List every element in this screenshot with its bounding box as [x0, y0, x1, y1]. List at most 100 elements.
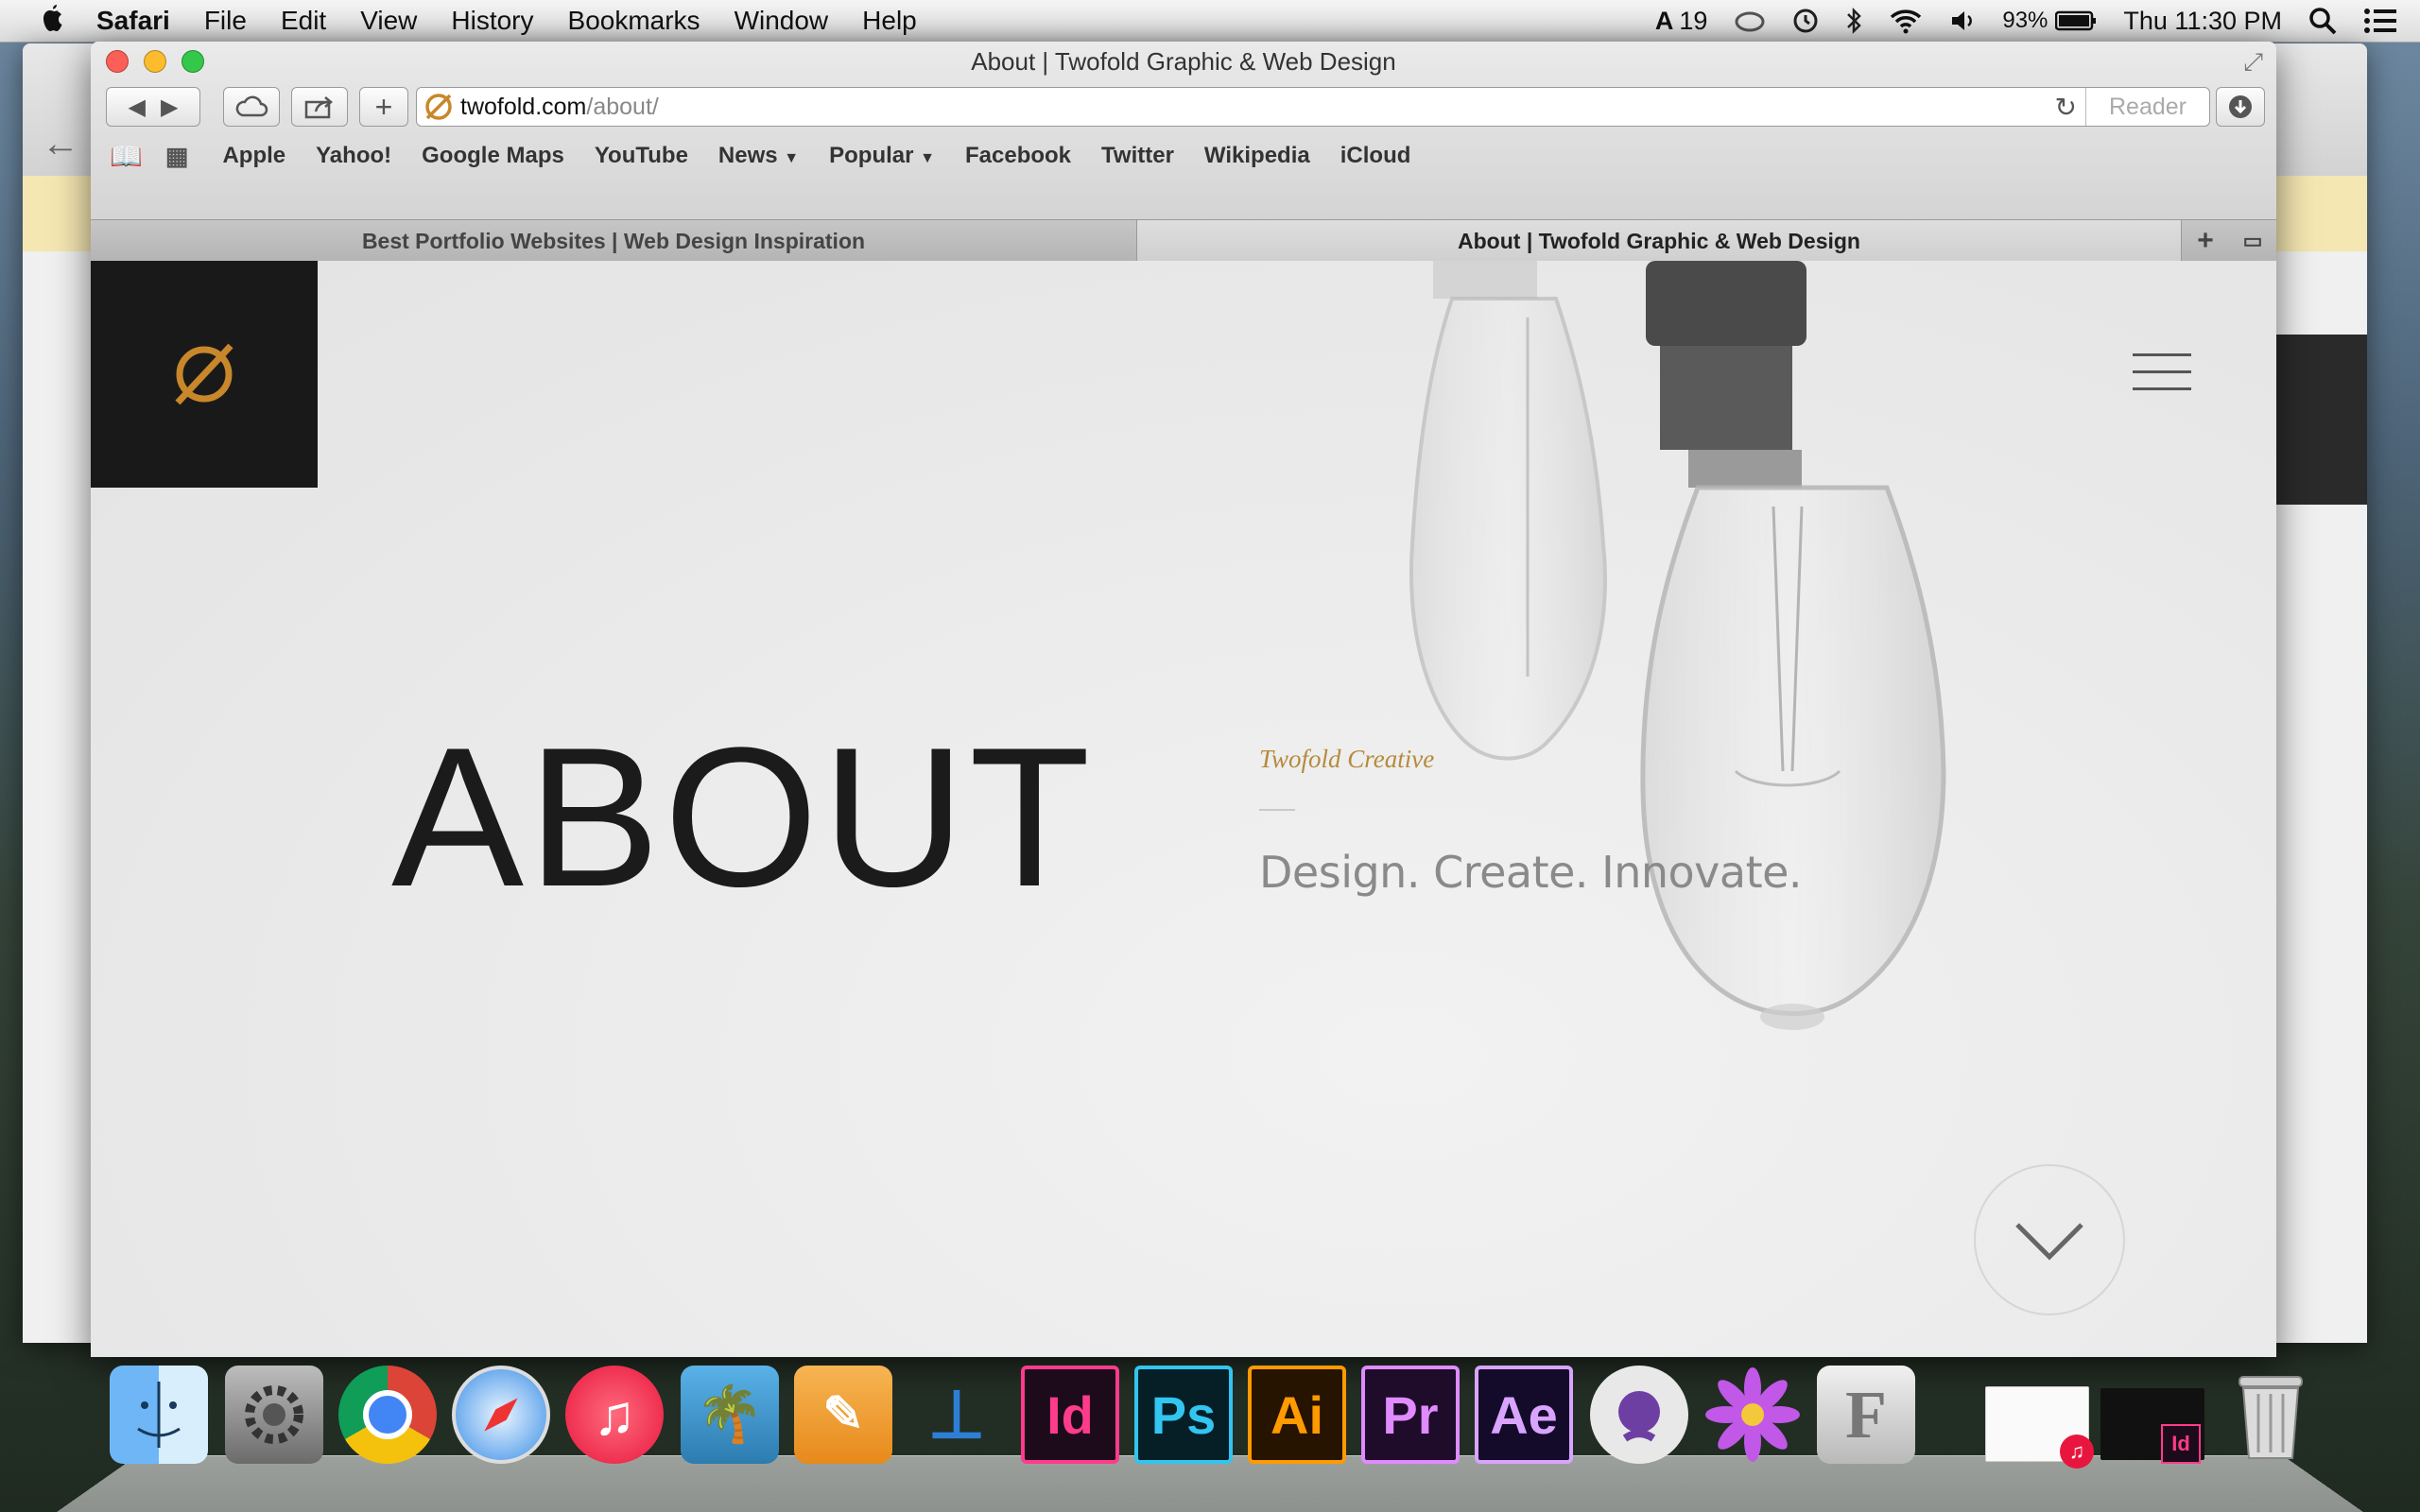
gear-icon[interactable] [225, 1366, 323, 1464]
subtitle-divider [1259, 809, 1295, 811]
illustrator-icon[interactable]: Ai [1248, 1366, 1346, 1464]
scroll-down-button[interactable] [1974, 1164, 2125, 1315]
photoshop-icon[interactable]: Ps [1134, 1366, 1233, 1464]
web-page: ABOUT Twofold Creative Design. Create. I… [91, 261, 2276, 1357]
premiere-icon[interactable]: Pr [1361, 1366, 1460, 1464]
icloud-tabs-button[interactable] [223, 87, 280, 127]
battery-icon [2055, 10, 2097, 31]
bookmark-apple[interactable]: Apple [207, 143, 301, 169]
reading-list-icon[interactable]: 📖 [110, 141, 143, 172]
bookmark-popular-label: Popular [829, 143, 913, 168]
minimized-indesign-window[interactable]: Id [2100, 1388, 2204, 1460]
forward-arrow-icon[interactable]: ▶ [161, 94, 178, 121]
top-sites-icon[interactable]: ▦ [165, 142, 189, 171]
menu-edit[interactable]: Edit [264, 0, 343, 42]
show-all-tabs-icon[interactable]: ▭ [2229, 220, 2276, 262]
title-bar: About | Twofold Graphic & Web Design ⤢ ◀… [91, 42, 2276, 261]
flower-icon[interactable] [1703, 1366, 1802, 1464]
chevron-down-icon: ▼ [920, 150, 935, 166]
apple-menu-icon[interactable] [26, 0, 79, 42]
tab-portfolio-websites[interactable]: Best Portfolio Websites | Web Design Ins… [91, 220, 1136, 262]
page-heading: ABOUT [391, 703, 1094, 932]
menu-bar: Safari File Edit View History Bookmarks … [0, 0, 2420, 43]
back-forward-buttons[interactable]: ◀ ▶ [106, 87, 200, 127]
aftereffects-icon[interactable]: Ae [1475, 1366, 1573, 1464]
bookmark-google-maps[interactable]: Google Maps [406, 143, 579, 169]
volume-icon[interactable] [1936, 9, 1989, 33]
bookmark-news-label: News [718, 143, 778, 168]
add-bookmark-button[interactable]: + [359, 87, 408, 127]
battery-status[interactable]: 93% [1989, 0, 2110, 42]
download-icon [2227, 94, 2254, 120]
cloud-icon [234, 95, 268, 118]
fullscreen-icon[interactable]: ⤢ [2243, 47, 2263, 77]
downloads-button[interactable] [2216, 87, 2265, 127]
bookmark-popular[interactable]: Popular ▼ [814, 143, 950, 169]
minimized-spreadsheet-window[interactable]: ♫ [1985, 1386, 2089, 1462]
hamburger-menu-icon[interactable] [2133, 353, 2191, 395]
battery-percent: 93% [2002, 0, 2048, 42]
clock[interactable]: Thu 11:30 PM [2110, 0, 2295, 42]
music-icon[interactable]: ♫ [565, 1366, 664, 1464]
trash-icon[interactable] [2221, 1366, 2320, 1464]
bookmark-twitter[interactable]: Twitter [1086, 143, 1189, 169]
pages-icon[interactable]: ✎ [794, 1366, 892, 1464]
menu-history[interactable]: History [434, 0, 550, 42]
menu-help[interactable]: Help [845, 0, 934, 42]
bluetooth-icon[interactable] [1832, 7, 1876, 35]
time-machine-icon[interactable] [1779, 8, 1832, 34]
back-arrow-icon[interactable]: ◀ [129, 94, 146, 121]
fontbook-icon[interactable]: F [1817, 1366, 1915, 1464]
menu-view[interactable]: View [343, 0, 434, 42]
bookmark-news[interactable]: News ▼ [703, 143, 814, 169]
tab-bar: Best Portfolio Websites | Web Design Ins… [91, 219, 2276, 262]
aftereffects-label: Ae [1490, 1384, 1558, 1446]
wifi-icon[interactable] [1876, 8, 1936, 34]
menu-app-name[interactable]: Safari [79, 0, 187, 42]
menu-window[interactable]: Window [717, 0, 846, 42]
new-tab-button[interactable]: + [2182, 220, 2229, 262]
share-icon [304, 94, 335, 119]
chrome-icon[interactable] [338, 1366, 437, 1464]
url-text: twofold.com/about/ [460, 94, 659, 121]
bookmark-facebook[interactable]: Facebook [950, 143, 1086, 169]
indesign-label: Id [1046, 1384, 1094, 1446]
address-bar[interactable]: twofold.com/about/ ↻ Reader [416, 87, 2210, 127]
creative-cloud-icon[interactable] [1720, 9, 1779, 32]
share-button[interactable] [291, 87, 348, 127]
bookmark-icloud[interactable]: iCloud [1325, 143, 1426, 169]
dock: ♫ 🌴 ✎ ⊥ Id Ps Ai Pr Ae F ♫ Id [57, 1366, 2363, 1512]
safari-icon[interactable] [452, 1366, 550, 1464]
status-area: A 19 93% Thu 11:30 PM [1642, 0, 2420, 42]
adobe-status[interactable]: A 19 [1642, 0, 1721, 42]
page-subtitle: Twofold Creative [1259, 745, 1434, 774]
keynote-icon[interactable]: ⊥ [908, 1366, 1006, 1464]
music-icon: ♫ [2060, 1435, 2094, 1469]
premiere-label: Pr [1382, 1384, 1438, 1446]
site-favicon-icon [423, 91, 455, 123]
photoshop-label: Ps [1151, 1384, 1217, 1446]
chevron-down-icon [1976, 1166, 2123, 1314]
menu-file[interactable]: File [187, 0, 264, 42]
notification-center-icon[interactable] [2350, 8, 2411, 34]
window-title: About | Twofold Graphic & Web Design [91, 47, 2276, 77]
bookmark-yahoo[interactable]: Yahoo! [301, 143, 406, 169]
bookmark-wikipedia[interactable]: Wikipedia [1189, 143, 1325, 169]
indesign-icon[interactable]: Id [1021, 1366, 1119, 1464]
finder-icon[interactable] [110, 1366, 208, 1464]
spotlight-search-icon[interactable] [2295, 7, 2350, 35]
github-icon[interactable] [1590, 1366, 1688, 1464]
back-arrow-icon[interactable]: ← [42, 123, 79, 165]
photo-icon[interactable]: 🌴 [681, 1366, 779, 1464]
reader-button[interactable]: Reader [2085, 88, 2209, 126]
reload-icon[interactable]: ↻ [2055, 92, 2077, 123]
indesign-icon: Id [2161, 1424, 2201, 1464]
background-menu-block [2276, 335, 2367, 505]
url-path: /about/ [586, 94, 658, 120]
twofold-logo-icon [166, 336, 242, 412]
bookmark-youtube[interactable]: YouTube [579, 143, 703, 169]
page-tagline: Design. Create. Innovate. [1259, 847, 1802, 898]
tab-about-twofold[interactable]: About | Twofold Graphic & Web Design [1136, 220, 2182, 262]
menu-bookmarks[interactable]: Bookmarks [551, 0, 717, 42]
site-logo[interactable] [91, 261, 318, 488]
